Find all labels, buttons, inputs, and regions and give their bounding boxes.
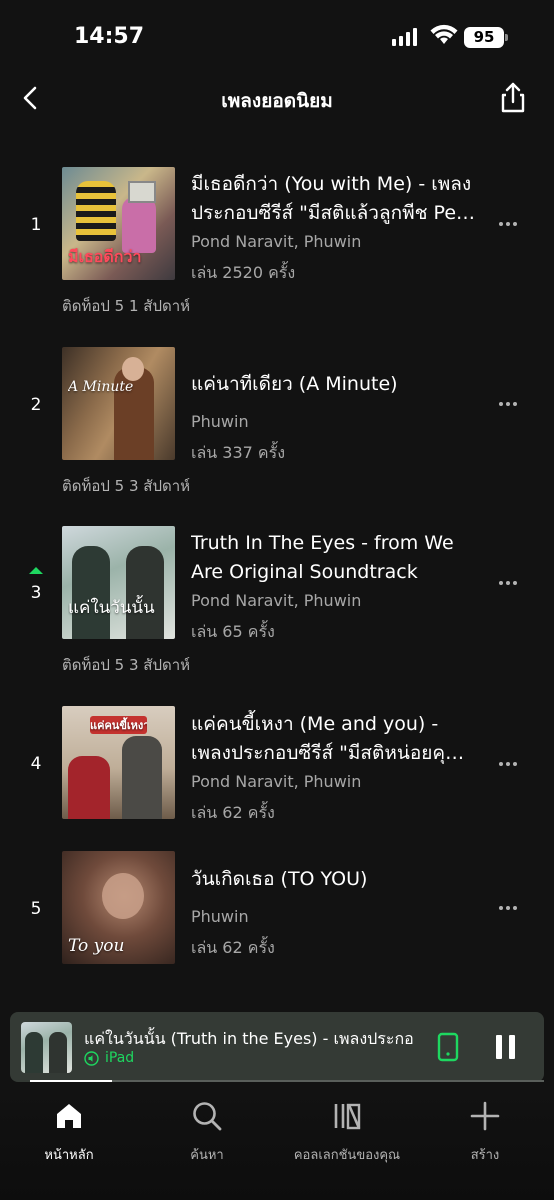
track-rank: 2 — [30, 395, 42, 415]
track-rank: 4 — [30, 754, 42, 774]
page-title: เพลงยอดนิยม — [221, 90, 333, 112]
track-artist: Phuwin — [191, 412, 249, 431]
battery-indicator: 95 — [464, 27, 508, 48]
album-art: แค่คนขี้เหงา — [62, 706, 175, 819]
more-options-button[interactable] — [492, 754, 524, 774]
album-art: แค่ในวันนั้น — [62, 526, 175, 639]
tab-home[interactable]: หน้าหลัก — [24, 1100, 114, 1165]
top-navigation: เพลงยอดนิยม — [0, 76, 554, 120]
tab-create-label: สร้าง — [470, 1148, 500, 1163]
more-options-button[interactable] — [492, 898, 524, 918]
cellular-signal-icon — [392, 28, 417, 46]
connected-device[interactable]: iPad — [84, 1050, 134, 1066]
device-name: iPad — [105, 1050, 135, 1066]
share-icon[interactable] — [496, 80, 530, 116]
album-art: มีเธอดีกว่า — [62, 167, 175, 280]
track-play-count: เล่น 62 ครั้ง — [191, 803, 275, 822]
track-title: แค่นาทีเดียว (A Minute) — [191, 373, 398, 395]
track-title: แค่คนขี้เหงา (Me and you) - เพลงประกอบซี… — [191, 713, 465, 764]
top-weeks-label: ติดท็อป 5 1 สัปดาห์ — [62, 297, 191, 315]
track-title: Truth In The Eyes - from We Are Original… — [191, 532, 454, 583]
track-artist: Pond Naravit, Phuwin — [191, 232, 362, 251]
top-weeks-label: ติดท็อป 5 3 สัปดาห์ — [62, 656, 191, 674]
tab-create[interactable]: สร้าง — [440, 1100, 530, 1165]
track-title: มีเธอดีกว่า (You with Me) - เพลงประกอบซี… — [191, 173, 476, 224]
album-art-caption: แค่ในวันนั้น — [68, 598, 155, 618]
speaker-icon — [84, 1050, 99, 1066]
track-play-count: เล่น 65 ครั้ง — [191, 622, 275, 641]
album-art: A Minute — [62, 347, 175, 460]
tab-search[interactable]: ค้นหา — [162, 1100, 252, 1165]
pause-button[interactable] — [490, 1032, 520, 1062]
track-title: วันเกิดเธอ (TO YOU) — [191, 868, 368, 890]
album-art-caption: มีเธอดีกว่า — [68, 247, 142, 266]
tab-search-label: ค้นหา — [190, 1148, 224, 1163]
track-play-count: เล่น 62 ครั้ง — [191, 938, 275, 957]
album-art-caption: To you — [68, 936, 125, 956]
status-time: 14:57 — [74, 24, 145, 49]
plus-icon — [470, 1101, 500, 1131]
tab-library[interactable]: คอลเลกชันของคุณ — [286, 1100, 408, 1165]
home-icon — [57, 1104, 81, 1128]
track-rank: 5 — [30, 899, 42, 919]
tab-home-label: หน้าหลัก — [44, 1148, 94, 1163]
track-artist: Pond Naravit, Phuwin — [191, 591, 362, 610]
bottom-tab-bar: หน้าหลัก ค้นหา คอลเลกชันของคุณ สร้าง — [0, 1088, 554, 1200]
playback-progress — [30, 1080, 544, 1082]
rank-up-icon — [29, 567, 43, 574]
connect-device-icon[interactable] — [436, 1032, 460, 1062]
more-options-button[interactable] — [492, 573, 524, 593]
track-artist: Phuwin — [191, 907, 249, 926]
now-playing-bar[interactable]: แค่ในวันนั้น (Truth in the Eyes) - เพลงป… — [10, 1012, 544, 1082]
album-art-caption: แค่คนขี้เหงา — [90, 716, 147, 734]
album-art: To you — [62, 851, 175, 964]
more-options-button[interactable] — [492, 394, 524, 414]
top-weeks-label: ติดท็อป 5 3 สัปดาห์ — [62, 477, 191, 495]
search-icon — [193, 1102, 222, 1131]
status-bar: 14:57 95 — [0, 0, 554, 70]
tab-library-label: คอลเลกชันของคุณ — [293, 1148, 401, 1163]
track-rank: 3 — [30, 583, 42, 603]
album-art-caption: A Minute — [68, 379, 134, 395]
track-artist: Pond Naravit, Phuwin — [191, 772, 362, 791]
playback-progress-fill — [30, 1080, 113, 1082]
now-playing-title: แค่ในวันนั้น (Truth in the Eyes) - เพลงป… — [84, 1029, 414, 1048]
wifi-icon — [430, 24, 458, 44]
now-playing-art — [21, 1022, 72, 1073]
library-icon — [334, 1103, 361, 1130]
track-rank: 1 — [30, 215, 42, 235]
track-play-count: เล่น 2520 ครั้ง — [191, 263, 296, 282]
track-play-count: เล่น 337 ครั้ง — [191, 443, 286, 462]
more-options-button[interactable] — [492, 214, 524, 234]
